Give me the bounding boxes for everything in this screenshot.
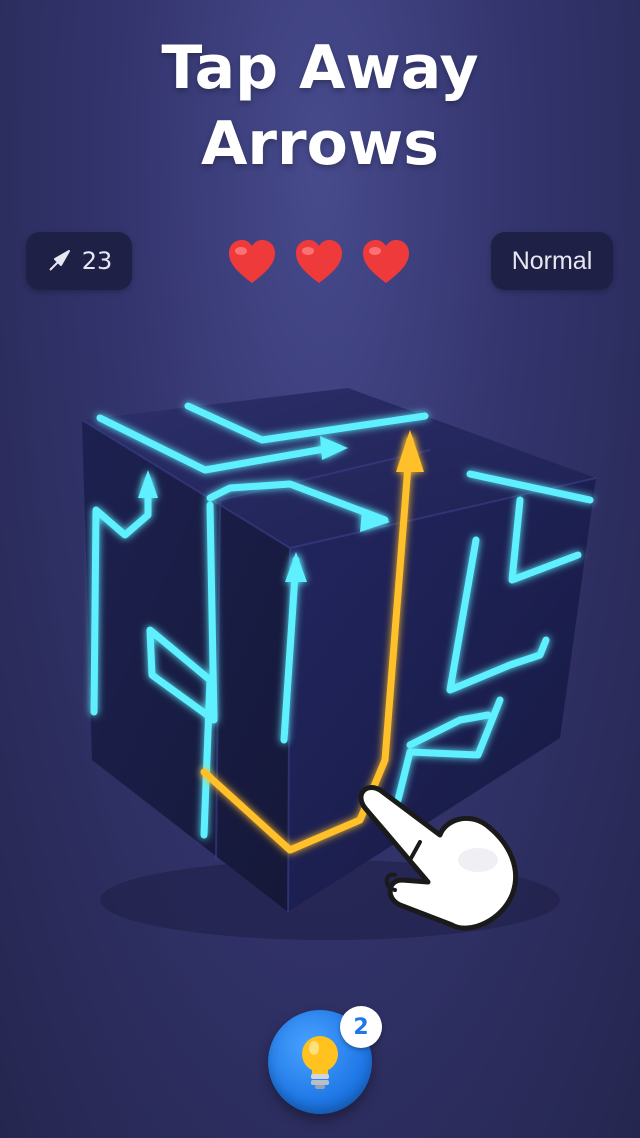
hint-count: 2 bbox=[353, 1014, 369, 1040]
lightbulb-icon bbox=[302, 1036, 338, 1089]
hint-count-badge: 2 bbox=[340, 1006, 382, 1048]
puzzle-cube[interactable] bbox=[0, 0, 640, 1138]
